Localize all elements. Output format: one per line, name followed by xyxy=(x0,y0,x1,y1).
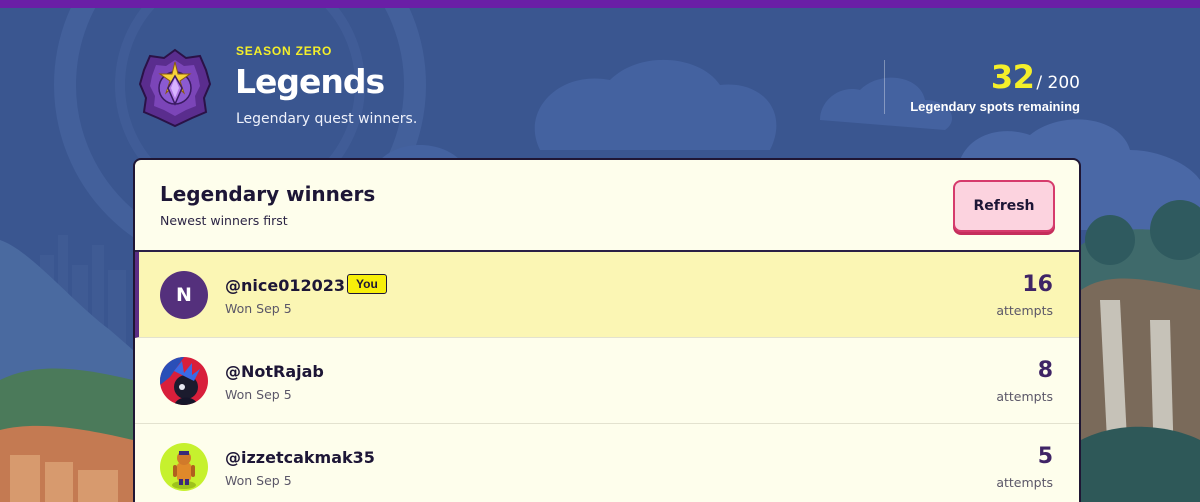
winner-row[interactable]: @NotRajab Won Sep 5 8 attempts xyxy=(135,338,1079,424)
season-label: SEASON ZERO xyxy=(236,44,333,58)
winner-username[interactable]: @izzetcakmak35 xyxy=(225,448,375,467)
attempts-count: 5 xyxy=(1037,444,1053,469)
winner-username[interactable]: @NotRajab xyxy=(225,362,324,381)
page-subtitle: Legendary quest winners. xyxy=(236,111,418,127)
panel-subtitle: Newest winners first xyxy=(160,213,288,228)
avatar-initial: N xyxy=(160,271,208,319)
attempts-count: 8 xyxy=(1037,358,1053,383)
spots-remaining-label: Legendary spots remaining xyxy=(910,99,1080,114)
attempts-label: attempts xyxy=(996,475,1053,490)
won-date: Won Sep 5 xyxy=(225,387,292,402)
winner-username[interactable]: @nice012023 xyxy=(225,276,345,295)
avatar: N xyxy=(160,271,208,319)
avatar-image xyxy=(160,443,208,491)
header-divider xyxy=(884,60,885,114)
panel-title: Legendary winners xyxy=(160,182,376,206)
won-date: Won Sep 5 xyxy=(225,301,292,316)
avatar-image xyxy=(160,357,208,405)
attempts-count: 16 xyxy=(1022,272,1053,297)
winners-panel: Legendary winners Newest winners first R… xyxy=(133,158,1081,502)
winner-row[interactable]: @izzetcakmak35 Won Sep 5 5 attempts xyxy=(135,424,1079,502)
page-title: Legends xyxy=(235,62,385,101)
you-badge: You xyxy=(347,274,387,294)
refresh-button[interactable]: Refresh xyxy=(953,180,1055,232)
attempts-label: attempts xyxy=(996,303,1053,318)
winner-row[interactable]: N @nice012023 You Won Sep 5 16 attempts xyxy=(135,252,1079,338)
spots-remaining-count: 32 xyxy=(990,58,1035,96)
attempts-label: attempts xyxy=(996,389,1053,404)
panel-header: Legendary winners Newest winners first R… xyxy=(135,160,1079,252)
avatar xyxy=(160,357,208,405)
won-date: Won Sep 5 xyxy=(225,473,292,488)
spots-counter: 32/ 200 xyxy=(991,58,1080,96)
hero-header: SEASON ZERO Legends Legendary quest winn… xyxy=(0,0,1200,150)
legend-shield-icon xyxy=(138,48,212,128)
avatar xyxy=(160,443,208,491)
spots-total: / 200 xyxy=(1036,73,1080,93)
